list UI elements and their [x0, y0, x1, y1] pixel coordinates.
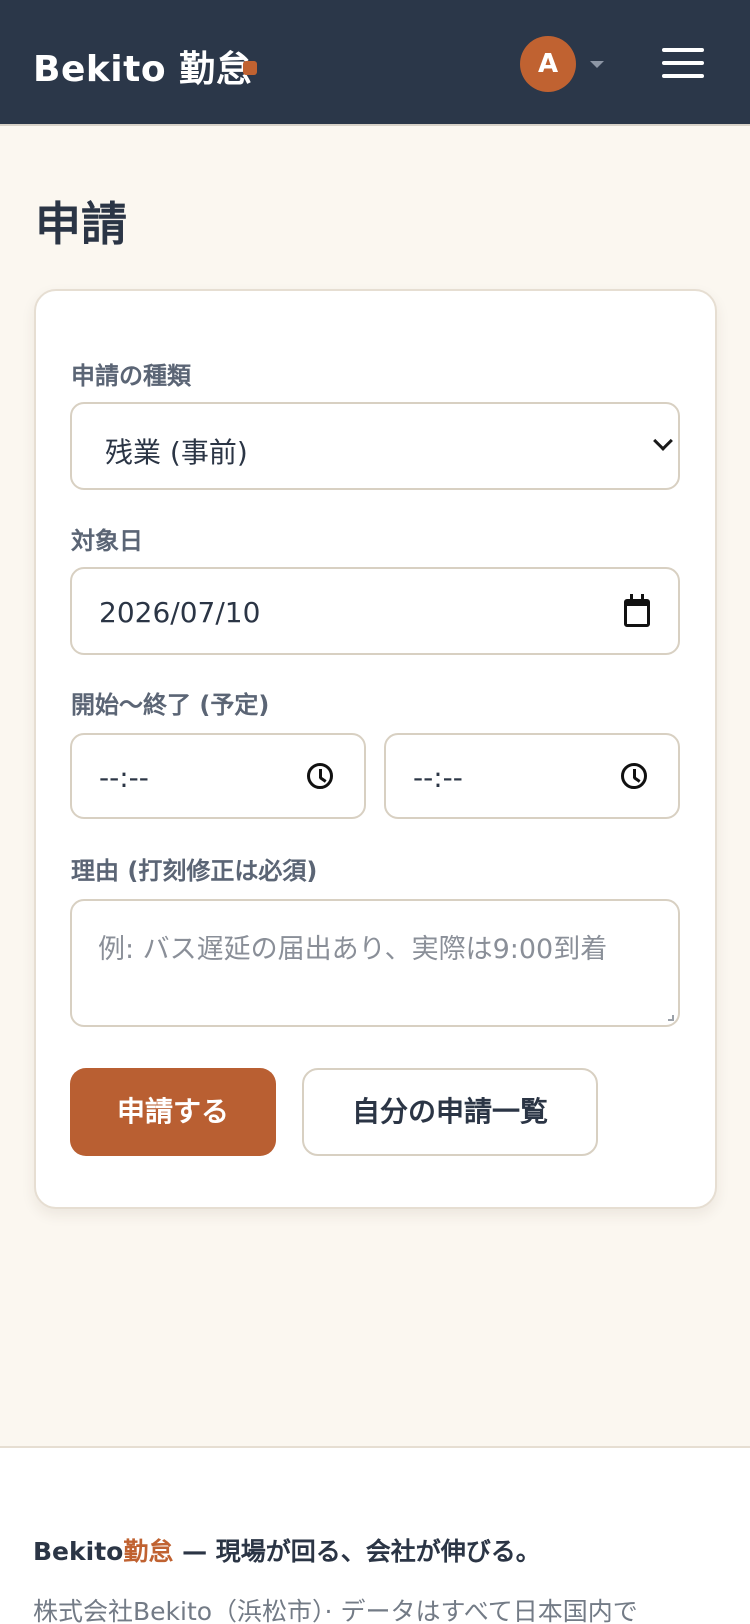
end-time-value: --:--: [413, 761, 463, 794]
clock-icon[interactable]: [621, 763, 647, 789]
my-requests-button[interactable]: 自分の申請一覧: [302, 1068, 598, 1156]
menu-bar: [662, 48, 704, 52]
menu-bar: [662, 74, 704, 78]
footer-brand-name: Bekito: [33, 1537, 124, 1566]
footer-brand-accent: 勤怠: [123, 1537, 174, 1566]
footer-note: 株式会社Bekito（浜松市）· データはすべて日本国内で: [33, 1597, 638, 1624]
page-title: 申請: [35, 197, 127, 251]
app-header: Bekito 勤怠 A: [0, 0, 750, 126]
target-date-label: 対象日: [71, 527, 143, 555]
request-type-value: 残業 (事前): [105, 436, 248, 469]
reason-label: 理由 (打刻修正は必須): [71, 857, 318, 885]
reason-textarea[interactable]: 例: バス遅延の届出あり、実際は9:00到着: [70, 899, 680, 1027]
target-date-value: 2026/07/10: [99, 596, 261, 629]
menu-bar: [662, 61, 704, 65]
end-time-input[interactable]: --:--: [384, 733, 680, 819]
submit-request-button[interactable]: 申請する: [70, 1068, 276, 1156]
chevron-down-icon[interactable]: [590, 61, 604, 68]
request-type-label: 申請の種類: [71, 362, 191, 390]
start-time-input[interactable]: --:--: [70, 733, 366, 819]
brand-logo[interactable]: Bekito 勤怠: [33, 40, 252, 92]
footer-tagline: Bekito勤怠 — 現場が回る、会社が伸びる。: [33, 1532, 541, 1568]
target-date-input[interactable]: 2026/07/10: [70, 567, 680, 655]
clock-icon[interactable]: [307, 763, 333, 789]
reason-placeholder: 例: バス遅延の届出あり、実際は9:00到着: [98, 934, 608, 965]
calendar-icon[interactable]: [624, 594, 650, 627]
resize-handle-icon[interactable]: [668, 1015, 674, 1021]
time-range-label: 開始〜終了 (予定): [71, 691, 270, 719]
request-type-select[interactable]: 残業 (事前): [70, 402, 680, 490]
hamburger-menu-icon[interactable]: [662, 46, 704, 80]
chevron-down-icon: [653, 431, 673, 451]
user-avatar[interactable]: A: [520, 36, 576, 92]
brand-accent-dot: [243, 61, 257, 75]
footer-slogan: — 現場が回る、会社が伸びる。: [173, 1537, 541, 1566]
start-time-value: --:--: [99, 761, 149, 794]
